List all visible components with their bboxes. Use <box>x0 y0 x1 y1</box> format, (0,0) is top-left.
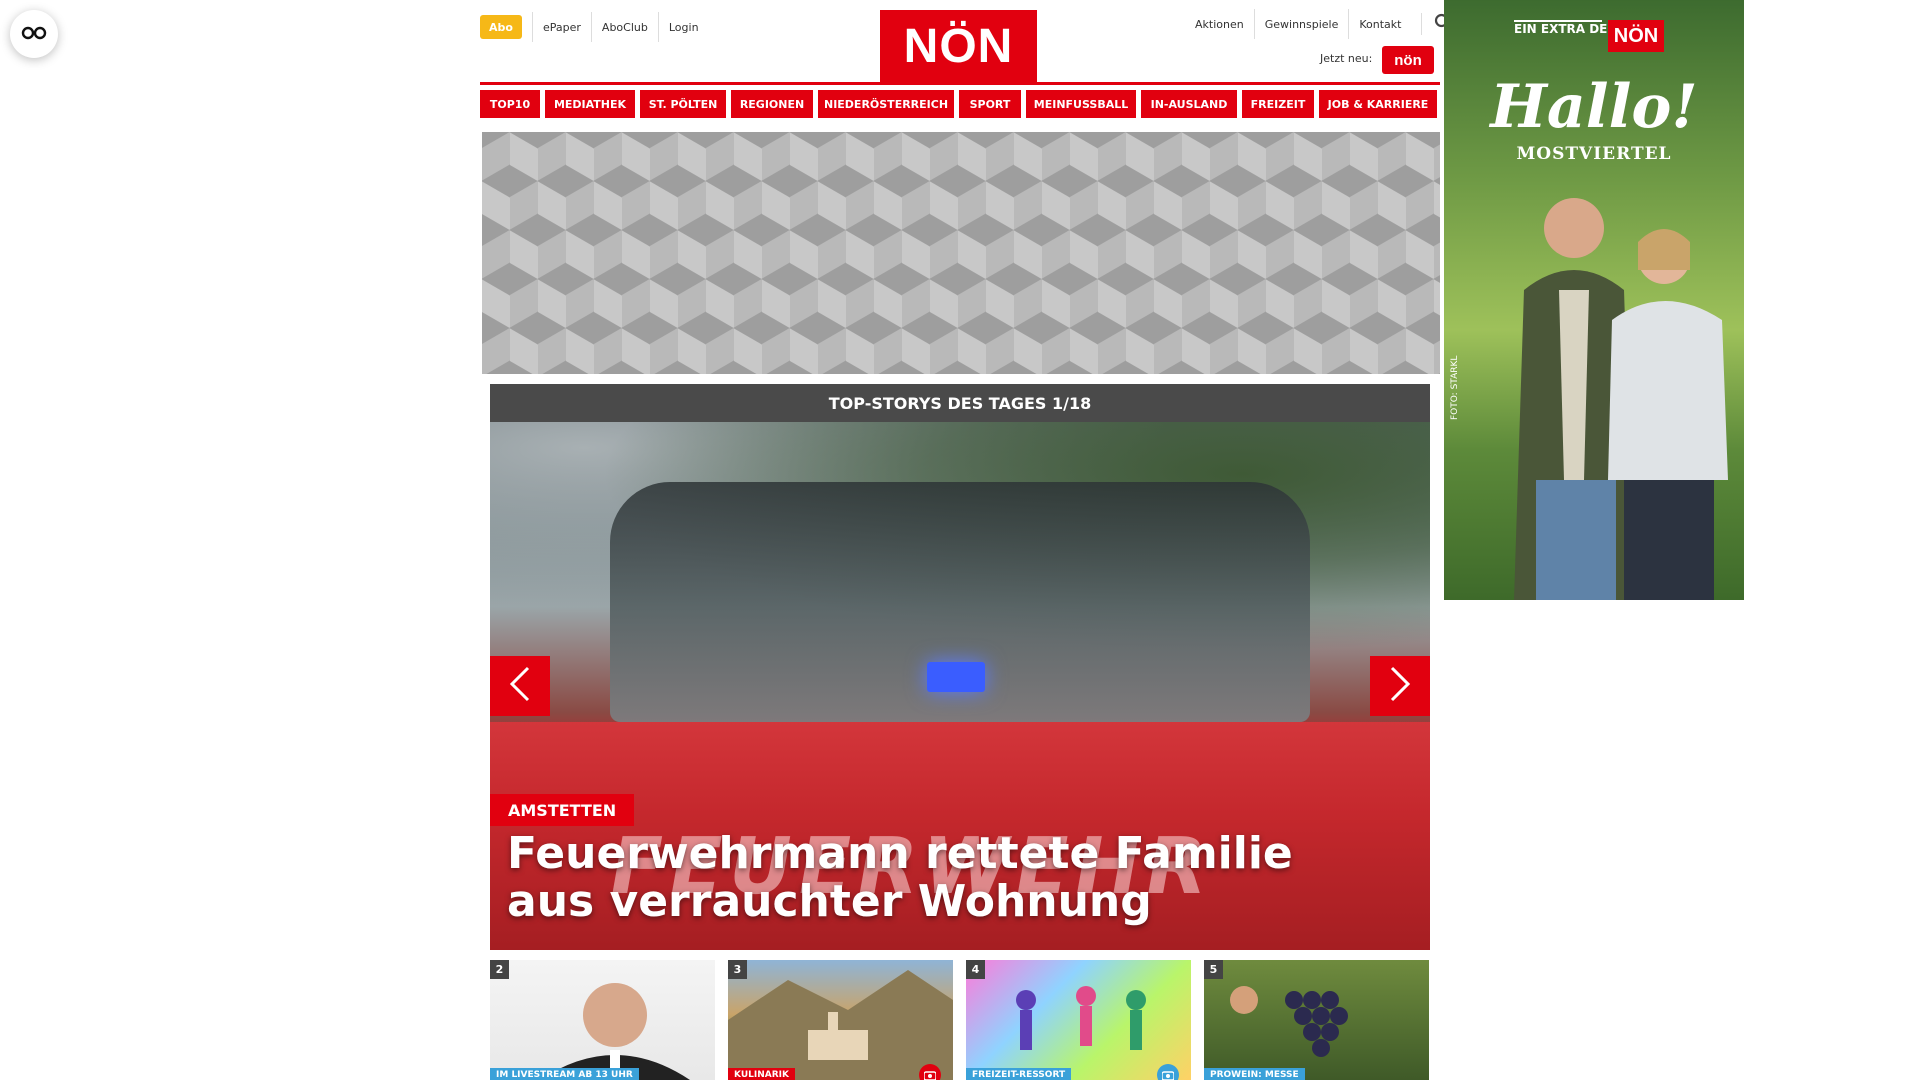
ad-extra-label: EIN EXTRA DER <box>1514 22 1617 36</box>
ad-banner-placeholder[interactable] <box>482 132 1440 374</box>
camera-icon <box>919 1064 941 1080</box>
thumb-tag: KULINARIK <box>728 1068 795 1080</box>
hero-category-badge[interactable]: AMSTETTEN <box>490 794 635 826</box>
story-thumb-5[interactable]: 5 PROWEIN: MESSE <box>1204 960 1429 1080</box>
main-nav: TOP10 MEDIATHEK ST. PÖLTEN REGIONEN NIED… <box>480 90 1440 118</box>
thumb-image-grapes <box>1230 986 1348 1057</box>
aktionen-link[interactable]: Aktionen <box>1185 9 1254 39</box>
chevron-right-icon <box>1388 666 1412 706</box>
carousel-next-button[interactable] <box>1370 656 1430 716</box>
nav-item-st-poelten[interactable]: ST. PÖLTEN <box>640 90 726 118</box>
thumb-image-illustration <box>1016 986 1146 1050</box>
nav-item-sport[interactable]: SPORT <box>959 90 1021 118</box>
nav-item-meinfussball[interactable]: MEINFUSSBALL <box>1026 90 1136 118</box>
nav-item-regionen[interactable]: REGIONEN <box>731 90 813 118</box>
ad-headline: Hallo! <box>1490 72 1698 142</box>
thumb-number: 3 <box>728 960 747 979</box>
nav-item-niederoesterreich[interactable]: NIEDERÖSTERREICH <box>818 90 954 118</box>
thumb-image-landscape <box>728 970 953 1080</box>
reader-mode-button[interactable] <box>10 10 58 58</box>
header-divider <box>480 82 1440 85</box>
ad-photo-credit: FOTO: STARKL <box>1450 355 1460 420</box>
top-links-left: ePaper AboClub Login <box>532 12 709 42</box>
chevron-left-icon <box>508 666 532 706</box>
abo-button[interactable]: Abo <box>480 15 522 39</box>
glasses-icon <box>21 25 47 44</box>
thumb-tag: FREIZEIT-RESSORT <box>966 1068 1072 1080</box>
story-thumb-2[interactable]: 2 IM LIVESTREAM AB 13 UHR <box>490 960 715 1080</box>
thumb-number: 2 <box>490 960 509 979</box>
top-stories-header: TOP-STORYS DES TAGES 1/18 <box>490 384 1430 422</box>
thumb-number: 5 <box>1204 960 1223 979</box>
thumb-tag: IM LIVESTREAM AB 13 UHR <box>490 1068 639 1080</box>
story-thumb-3[interactable]: 3 KULINARIK <box>728 960 953 1080</box>
nav-item-job-karriere[interactable]: JOB & KARRIERE <box>1319 90 1437 118</box>
ad-subheadline: MOSTVIERTEL <box>1516 144 1672 164</box>
nav-item-in-ausland[interactable]: IN-AUSLAND <box>1141 90 1237 118</box>
nav-item-top10[interactable]: TOP10 <box>480 90 540 118</box>
ad-brand-logo: NÖN <box>1608 20 1664 52</box>
gewinnspiele-link[interactable]: Gewinnspiele <box>1253 9 1349 39</box>
site-logo[interactable]: NÖN <box>880 10 1037 82</box>
nav-item-freizeit[interactable]: FREIZEIT <box>1242 90 1314 118</box>
jetzt-neu-label: Jetzt neu: <box>1320 52 1373 65</box>
aboclub-link[interactable]: AboClub <box>590 12 658 42</box>
nav-item-mediathek[interactable]: MEDIATHEK <box>545 90 635 118</box>
camera-icon <box>1157 1064 1179 1080</box>
epaper-link[interactable]: ePaper <box>532 12 591 42</box>
thumb-number: 4 <box>966 960 985 979</box>
login-link[interactable]: Login <box>657 12 709 42</box>
kontakt-link[interactable]: Kontakt <box>1348 9 1411 39</box>
top-links-right: Aktionen Gewinnspiele Kontakt <box>1185 9 1454 39</box>
thumb-tag: PROWEIN: MESSE <box>1204 1068 1305 1080</box>
story-thumb-4[interactable]: 4 FREIZEIT-RESSORT <box>966 960 1191 1080</box>
mini-noen-logo[interactable]: nön <box>1382 46 1434 74</box>
thumb-image-portrait <box>540 983 690 1080</box>
ad-person-woman <box>1608 229 1728 600</box>
carousel-prev-button[interactable] <box>490 656 550 716</box>
sidebar-advertisement[interactable]: EIN EXTRA DER NÖN Hallo! MOSTVIERTEL FOT… <box>1444 0 1744 600</box>
hero-headline[interactable]: Feuerwehrmann rettete Familie aus verrau… <box>507 830 1367 926</box>
hero-blue-light <box>927 662 985 692</box>
